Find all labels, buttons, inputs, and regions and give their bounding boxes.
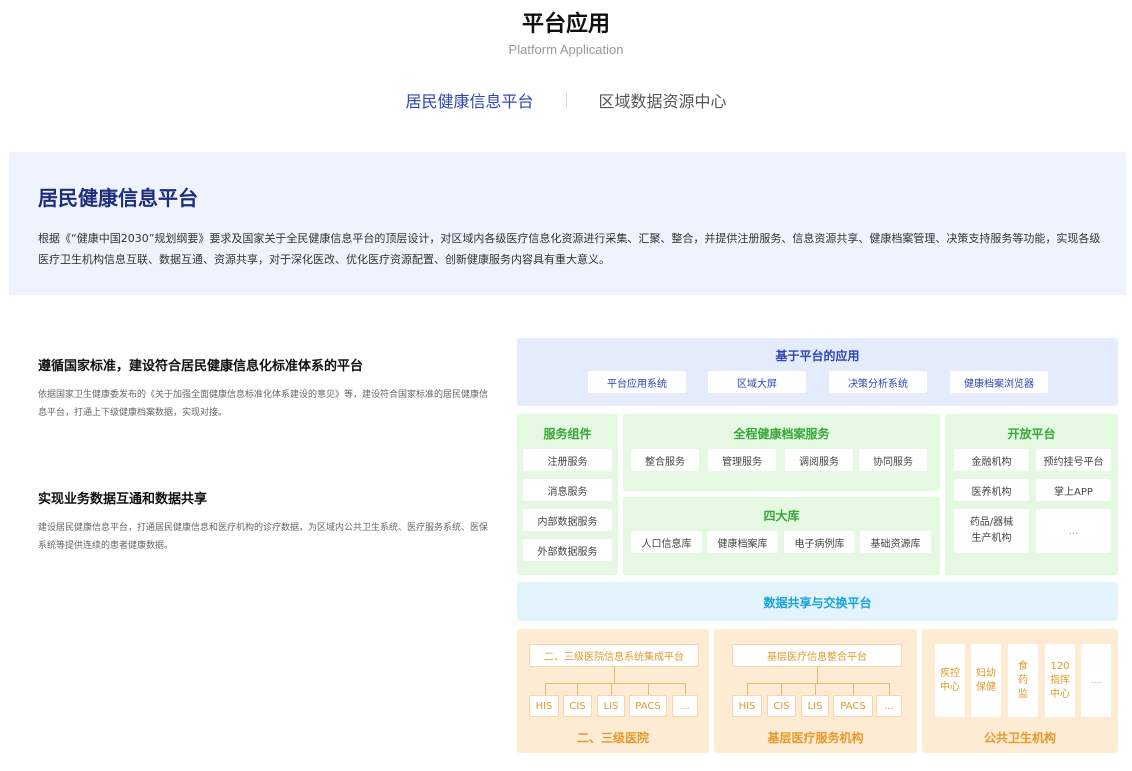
connector-line: [545, 683, 546, 695]
tab-resident-health-platform[interactable]: 居民健康信息平台: [395, 88, 543, 112]
open-platform-more: ...: [1036, 509, 1111, 553]
public-health-more: ...: [1081, 644, 1111, 717]
service-component-item: 内部数据服务: [523, 509, 612, 531]
hospitals-block: 二、三级医院信息系统集成平台 HIS CIS LIS PACS ... 二、三级…: [517, 629, 709, 753]
health-records-block: 全程健康档案服务 整合服务 管理服务 调阅服务 协同服务: [623, 414, 940, 491]
connector-line: [747, 683, 889, 684]
exchange-platform-title: 数据共享与交换平台: [763, 596, 872, 610]
hospital-platform: 二、三级医院信息系统集成平台: [529, 644, 699, 667]
connector-line: [611, 683, 612, 695]
public-health-item: 食药监: [1008, 644, 1038, 717]
open-platform-item: 药品/器械生产机构: [954, 509, 1029, 553]
primary-care-block: 基层医疗信息整合平台 HIS CIS LIS PACS ... 基层医疗服务机构: [714, 629, 917, 753]
health-records-item: 整合服务: [631, 449, 699, 471]
primary-care-platform: 基层医疗信息整合平台: [732, 644, 902, 667]
tab-bar: 居民健康信息平台 区域数据资源中心: [0, 88, 1132, 112]
tab-regional-data-center[interactable]: 区域数据资源中心: [589, 88, 737, 112]
connector-line: [781, 683, 782, 695]
service-component-item: 消息服务: [523, 479, 612, 501]
system-item: PACS: [833, 695, 873, 717]
intro-title: 居民健康信息平台: [38, 186, 198, 210]
feature-data-sharing: 实现业务数据互通和数据共享 建设居民健康信息平台，打通居民健康信息和医疗机构的诊…: [38, 488, 493, 555]
open-platform-item: 金融机构: [954, 449, 1029, 471]
app-item: 决策分析系统: [829, 371, 927, 393]
system-item-more: ...: [876, 695, 902, 717]
open-platform-title: 开放平台: [1007, 427, 1056, 441]
library-item: 电子病例库: [784, 531, 855, 553]
connector-line: [853, 683, 854, 695]
feature-title: 实现业务数据互通和数据共享: [38, 492, 208, 507]
connector-line: [815, 683, 816, 695]
library-item: 基础资源库: [860, 531, 931, 553]
feature-text: 建设居民健康信息平台，打通居民健康信息和医疗机构的诊疗数据，为区域内公共卫生系统…: [38, 523, 489, 551]
open-platform-item: 医养机构: [954, 479, 1029, 501]
health-records-item: 调阅服务: [785, 449, 853, 471]
public-health-block: 疾控中心 妇幼保健 食药监 120指挥中心 ... 公共卫生机构: [922, 629, 1118, 753]
page-subtitle: Platform Application: [508, 42, 624, 57]
service-components-block: 服务组件 注册服务 消息服务 内部数据服务 外部数据服务: [517, 414, 618, 575]
system-item: PACS: [629, 695, 667, 717]
apps-layer: 基于平台的应用 平台应用系统 区域大屏 决策分析系统 健康档案浏览器: [517, 338, 1118, 406]
service-component-item: 注册服务: [523, 449, 612, 471]
connector-line: [545, 683, 686, 684]
connector-line: [747, 683, 748, 695]
feature-title: 遵循国家标准，建设符合居民健康信息化标准体系的平台: [38, 359, 364, 374]
public-health-item: 120指挥中心: [1045, 644, 1075, 717]
connector-line: [577, 683, 578, 695]
tab-divider: [565, 92, 567, 108]
system-item: CIS: [767, 695, 796, 717]
primary-care-title: 基层医疗服务机构: [767, 731, 864, 745]
system-item: HIS: [732, 695, 762, 717]
open-platform-item: 掌上APP: [1036, 479, 1111, 501]
feature-text: 依据国家卫生健康委发布的《关于加强全面健康信息标准化体系建设的意见》等，建设符合…: [38, 390, 489, 418]
health-records-item: 管理服务: [708, 449, 776, 471]
feature-standard: 遵循国家标准，建设符合居民健康信息化标准体系的平台 依据国家卫生健康委发布的《关…: [38, 355, 493, 422]
system-item-more: ...: [672, 695, 698, 717]
system-item: LIS: [597, 695, 625, 717]
four-libraries-block: 四大库 人口信息库 健康档案库 电子病例库 基础资源库: [623, 497, 940, 575]
connector-line: [817, 667, 818, 683]
intro-banner: 居民健康信息平台 根据《“健康中国2030”规划纲要》要求及国家关于全民健康信息…: [9, 152, 1126, 295]
app-item: 健康档案浏览器: [950, 371, 1048, 393]
apps-layer-title: 基于平台的应用: [775, 349, 860, 363]
system-item: CIS: [563, 695, 592, 717]
library-item: 人口信息库: [631, 531, 702, 553]
service-component-item: 外部数据服务: [523, 539, 612, 561]
intro-text: 根据《“健康中国2030”规划纲要》要求及国家关于全民健康信息平台的顶层设计，对…: [38, 232, 1101, 266]
public-health-title: 公共卫生机构: [983, 731, 1056, 745]
service-components-title: 服务组件: [543, 427, 592, 441]
app-item: 平台应用系统: [588, 371, 686, 393]
connector-line: [648, 683, 649, 695]
four-libraries-title: 四大库: [763, 509, 800, 523]
public-health-item: 疾控中心: [935, 644, 965, 717]
app-item: 区域大屏: [708, 371, 806, 393]
open-platform-block: 开放平台 金融机构 预约挂号平台 医养机构 掌上APP 药品/器械生产机构 ..…: [945, 414, 1118, 575]
page-title: 平台应用: [521, 12, 610, 37]
hospitals-title: 二、三级医院: [576, 731, 649, 745]
connector-line: [614, 667, 615, 683]
connector-line: [685, 683, 686, 695]
exchange-platform-block: 数据共享与交换平台: [517, 582, 1118, 621]
public-health-item: 妇幼保健: [971, 644, 1001, 717]
health-records-item: 协同服务: [859, 449, 927, 471]
system-item: HIS: [529, 695, 559, 717]
system-item: LIS: [801, 695, 829, 717]
open-platform-item: 预约挂号平台: [1036, 449, 1111, 471]
health-records-title: 全程健康档案服务: [733, 427, 830, 441]
connector-line: [889, 683, 890, 695]
library-item: 健康档案库: [707, 531, 778, 553]
